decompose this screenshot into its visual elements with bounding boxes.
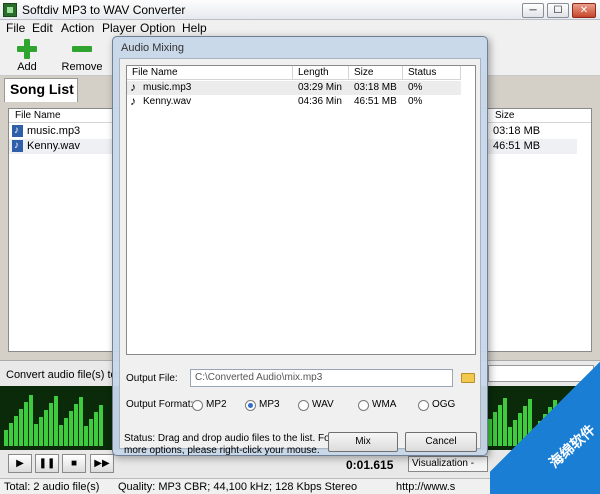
equalizer-bar	[99, 405, 103, 446]
status-quality: Quality: MP3 CBR; 44,100 kHz; 128 Kbps S…	[118, 481, 358, 493]
window-title: Softdiv MP3 to WAV Converter	[22, 3, 186, 17]
equalizer-bar	[44, 410, 48, 446]
minus-icon	[72, 46, 92, 52]
equalizer-bar	[29, 395, 33, 446]
table-row[interactable]: ♪ music.mp3 03:29 Min 03:18 MB 0%	[127, 81, 461, 95]
remove-button[interactable]: Remove	[56, 38, 108, 74]
row-length: 03:29 Min	[298, 82, 342, 93]
mix-button[interactable]: Mix	[328, 432, 398, 452]
menu-bar: File Edit Action Player Option Help	[0, 20, 600, 36]
visualization-dropdown[interactable]: Visualization -	[408, 456, 488, 472]
radio-wma-label: WMA	[372, 399, 397, 410]
maximize-button[interactable]: ☐	[547, 3, 569, 18]
play-button[interactable]: ▶	[8, 454, 32, 473]
convert-label: Convert audio file(s) to:	[6, 369, 120, 381]
row-file-name: Kenny.wav	[27, 140, 80, 152]
output-file-field[interactable]: C:\Converted Audio\mix.mp3	[190, 369, 453, 387]
column-header-size[interactable]: Size	[489, 109, 591, 123]
equalizer-bar	[24, 402, 28, 446]
column-header-length[interactable]: Length	[293, 66, 349, 80]
pause-button[interactable]: ❚❚	[35, 454, 59, 473]
equalizer-bar	[49, 403, 53, 446]
stop-button[interactable]: ■	[62, 454, 86, 473]
radio-ogg-label: OGG	[432, 399, 456, 410]
radio-mp2-label: MP2	[206, 399, 227, 410]
equalizer-bar	[84, 426, 88, 446]
menu-player[interactable]: Player	[102, 21, 136, 35]
status-text-line-2: more options, please right-click your mo…	[124, 445, 320, 456]
next-button[interactable]: ▶▶	[90, 454, 114, 473]
music-note-icon: ♪	[130, 94, 136, 108]
audio-file-icon	[12, 138, 23, 153]
equalizer-bar	[4, 430, 8, 446]
row-size: 03:18 MB	[354, 82, 397, 93]
music-note-icon: ♪	[130, 80, 136, 94]
radio-wav-label: WAV	[312, 399, 334, 410]
plus-icon	[17, 39, 37, 59]
equalizer-bar	[94, 412, 98, 446]
column-header-status[interactable]: Status	[403, 66, 461, 80]
equalizer-bar	[74, 404, 78, 446]
equalizer-bar	[34, 424, 38, 446]
row-status: 0%	[408, 96, 423, 107]
dialog-title: Audio Mixing	[121, 42, 184, 54]
row-size: 03:18 MB	[493, 125, 541, 137]
minimize-button[interactable]: ─	[522, 3, 544, 18]
equalizer-bar	[9, 423, 13, 446]
status-text-line-1: Status: Drag and drop audio files to the…	[124, 433, 333, 444]
play-time: 0:01.615	[346, 458, 394, 472]
radio-ogg[interactable]	[418, 400, 429, 411]
table-row[interactable]: ♪ Kenny.wav 04:36 Min 46:51 MB 0%	[127, 95, 461, 109]
add-label: Add	[17, 61, 37, 73]
title-bar: Softdiv MP3 to WAV Converter ─ ☐ ✕	[0, 0, 600, 20]
equalizer-bar	[59, 425, 63, 446]
column-header-file-name[interactable]: File Name	[127, 66, 293, 80]
menu-edit[interactable]: Edit	[32, 21, 53, 35]
equalizer-bar	[64, 418, 68, 446]
radio-wav[interactable]	[298, 400, 309, 411]
row-file-name: Kenny.wav	[143, 96, 192, 107]
mix-file-list: File Name Length Size Status ♪ music.mp3…	[126, 65, 476, 355]
radio-mp3[interactable]	[245, 400, 256, 411]
app-icon	[3, 3, 17, 17]
cancel-button[interactable]: Cancel	[405, 432, 477, 452]
equalizer-bar	[79, 397, 83, 446]
song-list-title: Song List	[10, 81, 74, 97]
equalizer-bar	[14, 416, 18, 446]
equalizer-bar	[54, 396, 58, 446]
equalizer-bar	[89, 419, 93, 446]
column-header-size[interactable]: Size	[349, 66, 403, 80]
equalizer-left	[4, 392, 112, 446]
equalizer-bar	[19, 409, 23, 446]
audio-mixing-dialog: Audio Mixing File Name Length Size Statu…	[112, 36, 488, 456]
menu-action[interactable]: Action	[61, 21, 94, 35]
status-total: Total: 2 audio file(s)	[4, 481, 100, 493]
watermark-corner: 海绵软件	[490, 350, 600, 494]
row-size: 46:51 MB	[493, 140, 541, 152]
row-length: 04:36 Min	[298, 96, 342, 107]
output-format-label: Output Format:	[126, 399, 194, 410]
folder-icon[interactable]	[461, 373, 475, 383]
radio-mp3-label: MP3	[259, 399, 280, 410]
add-button[interactable]: Add	[1, 38, 53, 74]
row-file-name: music.mp3	[143, 82, 192, 93]
close-button[interactable]: ✕	[572, 3, 596, 18]
row-status: 0%	[408, 82, 423, 93]
status-url[interactable]: http://www.s	[396, 481, 455, 493]
equalizer-bar	[39, 417, 43, 446]
menu-option[interactable]: Option	[140, 21, 175, 35]
audio-file-icon	[12, 123, 23, 138]
output-file-label: Output File:	[126, 373, 178, 384]
remove-label: Remove	[61, 61, 103, 73]
menu-help[interactable]: Help	[182, 21, 207, 35]
menu-file[interactable]: File	[6, 21, 25, 35]
row-file-name: music.mp3	[27, 125, 81, 137]
dialog-body: File Name Length Size Status ♪ music.mp3…	[119, 58, 481, 456]
equalizer-bar	[69, 411, 73, 446]
radio-wma[interactable]	[358, 400, 369, 411]
radio-mp2[interactable]	[192, 400, 203, 411]
row-size: 46:51 MB	[354, 96, 397, 107]
watermark-text: 海绵软件	[545, 421, 599, 471]
